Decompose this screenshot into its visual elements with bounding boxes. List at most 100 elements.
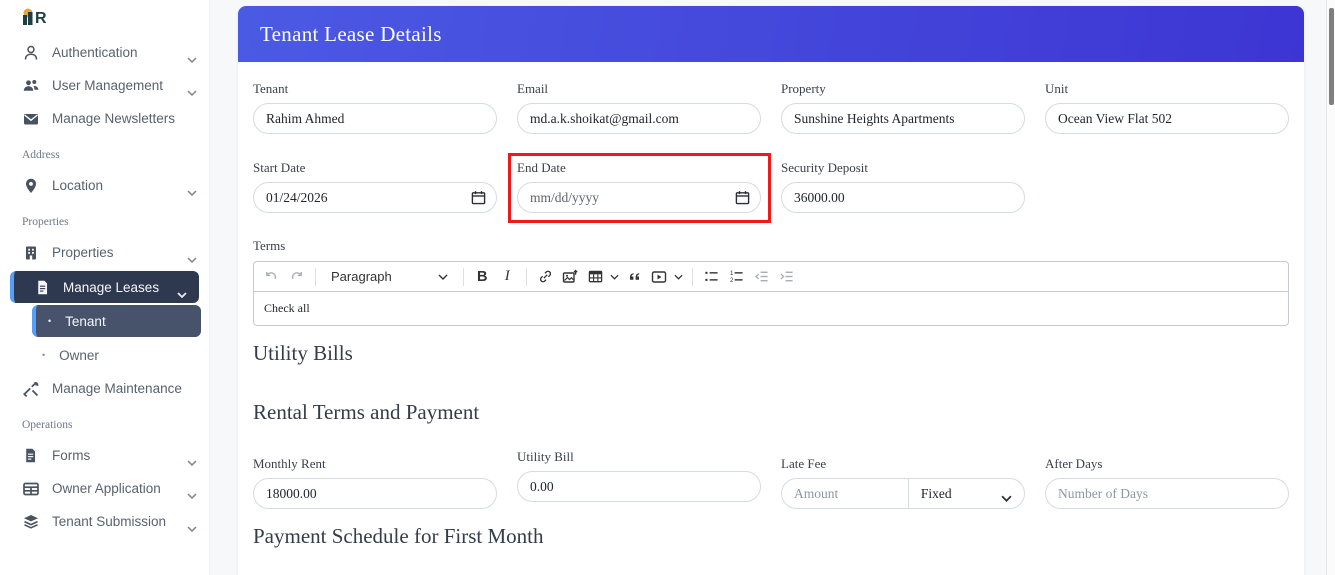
field-label: Property — [781, 81, 826, 96]
link-icon[interactable] — [533, 264, 558, 289]
chevron-down-icon — [1001, 490, 1012, 502]
late-fee-amount-input[interactable] — [781, 478, 908, 509]
editor-toolbar: Paragraph B I 1 2 — [254, 262, 1288, 292]
property-input[interactable] — [781, 103, 1025, 134]
tenant-input[interactable] — [253, 103, 497, 134]
utility-bills-heading: Utility Bills — [253, 341, 353, 365]
field-after-days: After Days — [1045, 456, 1289, 509]
security-deposit-input[interactable] — [781, 182, 1025, 213]
field-label: Late Fee — [781, 456, 827, 471]
field-label: Email — [517, 81, 549, 96]
media-dropdown-chevron-icon[interactable] — [672, 264, 686, 289]
email-input[interactable] — [517, 103, 761, 134]
sidebar-item-tenant[interactable]: • Tenant — [32, 305, 201, 337]
redo-button[interactable] — [284, 264, 309, 289]
sidebar-item-label: Location — [52, 178, 104, 193]
undo-button[interactable] — [259, 264, 284, 289]
sidebar-item-manage-newsletters[interactable]: Manage Newsletters — [0, 102, 209, 135]
indent-icon[interactable] — [774, 264, 799, 289]
scrollbar-thumb[interactable] — [1328, 8, 1334, 105]
sidebar-item-properties[interactable]: Properties — [0, 236, 209, 269]
chevron-down-icon — [177, 286, 187, 298]
table-dropdown-chevron-icon[interactable] — [608, 264, 622, 289]
late-fee-type-select[interactable]: Fixed — [907, 478, 1025, 509]
sidebar: R Authentication User Management Manage … — [0, 0, 210, 575]
sidebar-item-forms[interactable]: Forms — [0, 439, 209, 472]
sidebar-item-location[interactable]: Location — [0, 169, 209, 202]
unit-input[interactable] — [1045, 103, 1289, 134]
field-label: End Date — [517, 160, 566, 175]
sidebar-item-label: Manage Leases — [63, 279, 160, 295]
field-email: Email — [517, 81, 761, 134]
late-fee-type-value: Fixed — [920, 485, 952, 501]
insert-table-icon[interactable] — [583, 264, 608, 289]
sidebar-item-tenant-submission[interactable]: Tenant Submission — [0, 505, 209, 538]
bold-button[interactable]: B — [470, 264, 495, 289]
paragraph-style-label: Paragraph — [331, 269, 392, 284]
field-utility-bill: Utility Bill — [517, 449, 761, 509]
rental-terms-heading: Rental Terms and Payment — [253, 400, 480, 424]
outdent-icon[interactable] — [749, 264, 774, 289]
field-tenant: Tenant — [253, 81, 497, 134]
italic-button[interactable]: I — [495, 264, 520, 289]
field-label: Unit — [1045, 81, 1069, 96]
app-logo[interactable]: R — [0, 0, 209, 36]
page-title: Tenant Lease Details — [260, 21, 442, 46]
chevron-down-icon — [187, 487, 197, 500]
sidebar-item-label: Owner Application — [52, 481, 161, 496]
lease-details-card: Tenant Lease Details Tenant Email Proper… — [238, 6, 1304, 575]
main-area: Tenant Lease Details Tenant Email Proper… — [210, 0, 1327, 575]
bullet-icon: • — [48, 315, 52, 326]
field-start-date: Start Date — [253, 160, 497, 213]
card-content: Tenant Email Property Unit — [238, 62, 1304, 575]
paragraph-style-dropdown[interactable]: Paragraph — [322, 264, 457, 289]
lease-fields-row-1: Tenant Email Property Unit — [253, 81, 1289, 134]
sidebar-item-owner[interactable]: • Owner — [0, 339, 209, 372]
sidebar-item-label: Properties — [52, 245, 114, 260]
utility-bill-input[interactable] — [517, 471, 761, 502]
lease-fields-row-2: Start Date End Date — [253, 153, 1289, 223]
envelope-icon — [22, 110, 40, 128]
end-date-input[interactable] — [517, 182, 761, 213]
chevron-down-icon — [187, 51, 197, 64]
chevron-down-icon — [438, 274, 448, 280]
terms-label: Terms — [253, 238, 286, 253]
chevron-down-icon — [187, 454, 197, 467]
sidebar-item-manage-maintenance[interactable]: Manage Maintenance — [0, 372, 209, 405]
rental-fields-row: Monthly Rent Utility Bill Late Fee Fixed — [253, 449, 1289, 509]
editor-content[interactable]: Check all — [254, 292, 1288, 325]
chevron-down-icon — [187, 251, 197, 264]
sidebar-item-owner-application[interactable]: Owner Application — [0, 472, 209, 505]
sidebar-item-label: Manage Maintenance — [52, 381, 182, 396]
toolbar-separator — [525, 267, 527, 286]
sidebar-item-manage-leases[interactable]: Manage Leases — [10, 271, 199, 303]
form-document-icon — [22, 447, 40, 465]
users-icon — [22, 77, 40, 95]
sidebar-item-authentication[interactable]: Authentication — [0, 36, 209, 69]
toolbar-separator — [315, 267, 316, 286]
bulleted-list-icon[interactable] — [699, 264, 724, 289]
after-days-input[interactable] — [1045, 478, 1289, 509]
empty-cell — [1045, 160, 1289, 213]
building-icon — [22, 244, 40, 262]
sidebar-section-properties: Properties — [22, 216, 69, 228]
sidebar-item-label: Manage Newsletters — [52, 111, 176, 126]
block-quote-icon[interactable] — [622, 264, 647, 289]
layers-icon — [22, 513, 40, 531]
field-unit: Unit — [1045, 81, 1289, 134]
sidebar-section-address: Address — [22, 149, 60, 161]
field-label: Security Deposit — [781, 160, 869, 175]
sidebar-item-user-management[interactable]: User Management — [0, 69, 209, 102]
sidebar-item-label: Owner — [59, 348, 99, 363]
monthly-rent-input[interactable] — [253, 478, 497, 509]
toolbar-separator — [462, 267, 464, 286]
insert-image-icon[interactable] — [558, 264, 583, 289]
sidebar-item-label: Tenant — [65, 313, 106, 329]
numbered-list-icon[interactable]: 12 — [724, 264, 749, 289]
field-label: Tenant — [253, 81, 289, 96]
rich-text-editor: Paragraph B I 1 2 Check all — [253, 261, 1289, 326]
start-date-input[interactable] — [253, 182, 497, 213]
bullet-icon: • — [42, 350, 46, 360]
vertical-scrollbar[interactable] — [1326, 0, 1335, 575]
media-embed-icon[interactable] — [647, 264, 672, 289]
